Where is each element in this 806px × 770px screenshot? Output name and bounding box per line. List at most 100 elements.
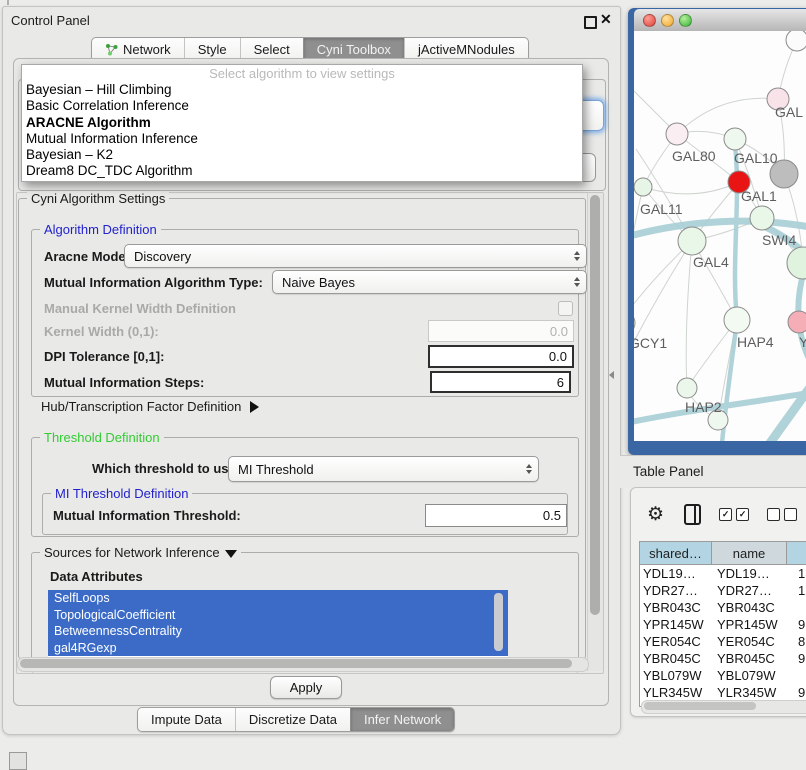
- network-node[interactable]: [750, 206, 774, 230]
- aracne-mode-label: Aracne Mode:: [44, 249, 130, 264]
- table-cell: YER054C: [715, 633, 792, 650]
- tab-infer-network[interactable]: Infer Network: [350, 708, 454, 731]
- expanded-arrow-icon[interactable]: [225, 550, 237, 558]
- table-cell: YPR145W: [640, 616, 715, 633]
- hub-definition-toggle[interactable]: Hub/Transcription Factor Definition: [41, 399, 259, 414]
- table-cell: YDR27…: [715, 582, 792, 599]
- collapsed-arrow-icon: [250, 401, 259, 413]
- table-panel-window: ⚙ ✓✓ shared…name YDL19…YDL19…13YDR27…YDR…: [630, 487, 806, 717]
- algorithm-definition-title: Algorithm Definition: [40, 222, 161, 237]
- table-cell: YBL079W: [640, 667, 715, 684]
- zoom-traffic-light[interactable]: [679, 14, 692, 27]
- network-node[interactable]: [678, 227, 706, 255]
- control-panel-title: Control Panel: [11, 13, 90, 28]
- network-node[interactable]: [786, 31, 806, 51]
- column-header-name[interactable]: name: [712, 542, 787, 564]
- table-row[interactable]: YBL079WYBL079W: [640, 667, 806, 684]
- list-scrollbar-thumb[interactable]: [494, 593, 503, 651]
- network-node[interactable]: [788, 311, 806, 333]
- attribute-item-gal4rgexp[interactable]: gal4RGexp: [48, 640, 508, 657]
- minimize-traffic-light[interactable]: [661, 14, 674, 27]
- table-cell: 9.: [792, 616, 806, 633]
- node-label: HAP4: [737, 334, 774, 350]
- dropdown-item-bayesian-hill-climbing[interactable]: Bayesian – Hill Climbing: [22, 82, 582, 98]
- threshold-definition-group: Threshold Definition Which threshold to …: [31, 437, 579, 537]
- close-icon[interactable]: ✕: [600, 11, 612, 28]
- data-attributes-list: SelfLoopsTopologicalCoefficientBetweenne…: [48, 590, 508, 657]
- sources-title: Sources for Network Inference: [44, 545, 220, 560]
- dropdown-item-bayesian-k2[interactable]: Bayesian – K2: [22, 147, 582, 163]
- control-panel-window: Control Panel ✕ NetworkStyleSelectCyni T…: [2, 6, 621, 735]
- dropdown-item-aracne-algorithm[interactable]: ARACNE Algorithm: [22, 115, 582, 131]
- table-row[interactable]: YPR145WYPR145W9.: [640, 616, 806, 633]
- cyni-algorithm-settings-group: Cyni Algorithm Settings Algorithm Defini…: [18, 198, 586, 659]
- network-node[interactable]: [634, 178, 652, 196]
- kernel-width-label: Kernel Width (0,1):: [44, 324, 159, 339]
- table-toolbar: ⚙ ✓✓: [631, 496, 806, 532]
- table-row[interactable]: YDR27…YDR27…12: [640, 582, 806, 599]
- vertical-scrollbar[interactable]: [587, 193, 603, 671]
- table-row[interactable]: YLR345WYLR345W9.: [640, 684, 806, 701]
- gear-icon[interactable]: ⚙: [647, 505, 664, 524]
- dropdown-item-basic-correlation-inference[interactable]: Basic Correlation Inference: [22, 98, 582, 114]
- tab-discretize-data[interactable]: Discretize Data: [235, 708, 350, 731]
- aracne-mode-combo[interactable]: Discovery: [124, 244, 587, 268]
- attribute-item-topologicalcoefficient[interactable]: TopologicalCoefficient: [48, 607, 508, 624]
- network-node[interactable]: [677, 378, 697, 398]
- network-node[interactable]: [634, 311, 635, 335]
- close-traffic-light[interactable]: [643, 14, 656, 27]
- table-cell: YBR043C: [640, 599, 715, 616]
- manual-kernel-checkbox[interactable]: [558, 301, 573, 316]
- table-cell: 12: [792, 582, 806, 599]
- tab-impute-data[interactable]: Impute Data: [138, 708, 235, 731]
- table-row[interactable]: YER054CYER054C8.: [640, 633, 806, 650]
- network-icon: [105, 43, 118, 56]
- sources-group: Sources for Network Inference Data Attri…: [31, 552, 579, 673]
- node-label: GAL4: [693, 254, 729, 270]
- bottom-tab-bar: Impute DataDiscretize DataInfer Network: [137, 707, 455, 732]
- table-cell: YBR043C: [715, 599, 792, 616]
- network-node[interactable]: [724, 128, 746, 150]
- float-window-icon[interactable]: [584, 16, 597, 29]
- network-node[interactable]: [724, 307, 750, 333]
- network-node[interactable]: [787, 247, 806, 279]
- mi-type-combo[interactable]: Naive Bayes: [272, 270, 587, 294]
- column-header-col3[interactable]: [787, 542, 806, 564]
- network-canvas[interactable]: GALGAL80GAL10GAL1GAL11SWI4GAL4GCY1HAP4YH…: [634, 31, 806, 441]
- which-threshold-value: MI Threshold: [238, 462, 314, 477]
- which-threshold-combo[interactable]: MI Threshold: [228, 456, 539, 482]
- mi-threshold-input[interactable]: [425, 504, 567, 527]
- attribute-item-betweennesscentrality[interactable]: BetweennessCentrality: [48, 623, 508, 640]
- apply-button[interactable]: Apply: [270, 676, 342, 699]
- horizontal-scrollbar[interactable]: [17, 657, 589, 672]
- network-window-titlebar[interactable]: [634, 9, 806, 32]
- columns-icon[interactable]: [684, 504, 701, 525]
- tab-label: Cyni Toolbox: [317, 42, 391, 57]
- table-scrollbar-thumb[interactable]: [644, 702, 756, 710]
- table-cell: 9.: [792, 650, 806, 667]
- dropdown-item-dream8-dc-tdc-algorithm[interactable]: Dream8 DC_TDC Algorithm: [22, 163, 582, 179]
- collapsed-widget[interactable]: [9, 752, 27, 770]
- threshold-definition-title: Threshold Definition: [40, 430, 164, 445]
- panel-splitter-handle[interactable]: [609, 371, 614, 379]
- column-header-shared[interactable]: shared…: [640, 542, 712, 564]
- dropdown-item-mutual-information-inference[interactable]: Mutual Information Inference: [22, 131, 582, 147]
- dpi-tolerance-label: DPI Tolerance [0,1]:: [44, 349, 164, 364]
- deselect-all-icon[interactable]: [767, 508, 797, 521]
- network-node[interactable]: [666, 123, 688, 145]
- mi-type-label: Mutual Information Algorithm Type:: [44, 275, 263, 290]
- kernel-width-input[interactable]: [428, 320, 574, 342]
- dpi-tolerance-input[interactable]: [428, 345, 574, 368]
- table-row[interactable]: YBR045CYBR045C9.: [640, 650, 806, 667]
- vertical-scrollbar-thumb[interactable]: [590, 195, 600, 615]
- node-label: GAL80: [672, 148, 716, 164]
- node-label: GAL11: [640, 201, 683, 217]
- attribute-item-selfloops[interactable]: SelfLoops: [48, 590, 508, 607]
- table-row[interactable]: YBR043CYBR043C: [640, 599, 806, 616]
- table-row[interactable]: YDL19…YDL19…13: [640, 565, 806, 582]
- table-horizontal-scrollbar[interactable]: [641, 700, 806, 714]
- horizontal-scrollbar-thumb[interactable]: [20, 659, 572, 668]
- mi-steps-input[interactable]: [430, 371, 571, 393]
- table-cell: YDR27…: [640, 582, 715, 599]
- select-all-icon[interactable]: ✓✓: [719, 508, 749, 521]
